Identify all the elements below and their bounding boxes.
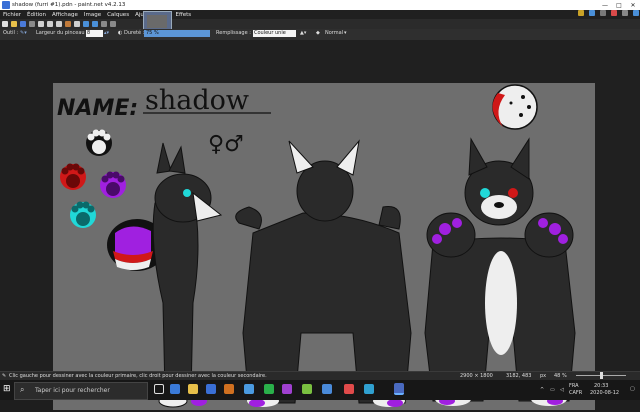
brush-width-label: Largeur du pinceau : xyxy=(36,30,88,36)
app-blue-icon[interactable] xyxy=(322,384,332,394)
cut-icon[interactable] xyxy=(37,21,44,27)
save-icon[interactable] xyxy=(19,21,26,27)
app-teal-icon[interactable] xyxy=(364,384,374,394)
color-palette-paws xyxy=(60,129,126,228)
search-box[interactable]: ⌕ Taper ici pour rechercher xyxy=(14,382,148,400)
crop-icon[interactable] xyxy=(64,21,71,27)
canvas-workspace[interactable]: NAME: shadow ♀♂ xyxy=(0,40,640,410)
character-name-text: shadow xyxy=(145,85,249,116)
start-windows-icon[interactable]: ⊞ xyxy=(3,384,11,394)
antialiasing-toggle-icon[interactable]: ▲▾ xyxy=(300,30,306,36)
menu-effects[interactable]: Effets xyxy=(173,12,195,18)
search-icon: ⌕ xyxy=(20,385,25,394)
mail-app-icon[interactable] xyxy=(206,384,216,394)
paw-white-black xyxy=(86,129,112,156)
tool-hint-icon: ✎ xyxy=(2,373,7,379)
tools-window-icon[interactable] xyxy=(577,10,584,16)
toolbar xyxy=(0,19,640,29)
minimize-button[interactable]: — xyxy=(598,0,612,10)
app-orange-icon[interactable] xyxy=(224,384,234,394)
menu-file[interactable]: Fichier xyxy=(0,12,24,18)
paintnet-taskbar-icon[interactable] xyxy=(394,383,404,395)
blend-mode-icon[interactable]: ◆ xyxy=(316,30,320,36)
gender-symbols: ♀♂ xyxy=(208,132,244,157)
paw-purple xyxy=(100,171,126,198)
image-size: 2900 × 1800 xyxy=(460,373,493,379)
app-red-icon[interactable] xyxy=(344,384,354,394)
windows-taskbar: ⊞ ⌕ Taper ici pour rechercher ^ ▭ ◁ FRA … xyxy=(0,380,640,400)
front-view-figure xyxy=(424,137,576,406)
copy-icon[interactable] xyxy=(46,21,53,27)
colors-window-icon[interactable] xyxy=(610,10,617,16)
hardness-slider[interactable]: 75 % xyxy=(144,30,210,37)
notifications-icon[interactable]: ▢ xyxy=(630,386,635,392)
paw-cyan xyxy=(70,201,96,228)
help-icon[interactable] xyxy=(632,10,639,16)
menu-image[interactable]: Image xyxy=(81,12,104,18)
keyboard-indicator[interactable]: CAFR xyxy=(569,390,582,396)
history-window-icon[interactable] xyxy=(588,10,595,16)
edge-app-icon[interactable] xyxy=(170,384,180,394)
paintnet-app-icon xyxy=(2,1,10,9)
grid-icon[interactable] xyxy=(100,21,107,27)
reference-sheet-artwork: NAME: shadow ♀♂ xyxy=(57,84,576,408)
image-canvas[interactable]: NAME: shadow ♀♂ xyxy=(53,83,595,410)
paste-icon[interactable] xyxy=(55,21,62,27)
deselect-icon[interactable] xyxy=(73,21,80,27)
redo-icon[interactable] xyxy=(91,21,98,27)
brush-width-input[interactable]: 8 xyxy=(86,30,103,37)
cursor-position: 3182, 483 xyxy=(506,373,532,379)
blend-mode-select[interactable]: Normal xyxy=(325,30,343,36)
layers-window-icon[interactable] xyxy=(599,10,606,16)
maximize-button[interactable]: □ xyxy=(612,0,626,10)
app-green-icon[interactable] xyxy=(264,384,274,394)
ruler-icon[interactable] xyxy=(109,21,116,27)
fill-label: Remplissage : xyxy=(216,30,251,36)
hardness-label: Dureté : xyxy=(124,30,145,36)
open-file-icon[interactable] xyxy=(10,21,17,27)
antialias-icon[interactable]: ◐ xyxy=(118,30,122,36)
back-view-figure xyxy=(235,139,412,407)
file-explorer-icon[interactable] xyxy=(188,384,198,394)
zoom-value[interactable]: 48 % xyxy=(554,373,567,379)
settings-icon[interactable] xyxy=(621,10,628,16)
tool-label: Outil : xyxy=(3,30,19,36)
name-label-text: NAME: xyxy=(57,96,138,121)
undo-icon[interactable] xyxy=(82,21,89,27)
paw-red xyxy=(60,163,86,190)
network-icon[interactable]: ▭ xyxy=(550,387,555,393)
app-purple-icon[interactable] xyxy=(282,384,292,394)
menu-view[interactable]: Affichage xyxy=(49,12,81,18)
close-button[interactable]: ✕ xyxy=(626,0,640,10)
fill-mode-select[interactable]: Couleur unie xyxy=(253,30,296,37)
menu-edit[interactable]: Édition xyxy=(24,12,49,18)
unit-select[interactable]: px xyxy=(540,373,546,379)
language-indicator[interactable]: FRA xyxy=(569,383,579,389)
brush-width-spinner-icon[interactable]: ▴▾ xyxy=(104,30,109,36)
window-title: shadow (furri #1).pdn - paint.net v4.2.1… xyxy=(12,2,126,8)
volume-icon[interactable]: ◁ xyxy=(560,387,564,393)
tail-detail xyxy=(492,84,538,130)
print-icon[interactable] xyxy=(28,21,35,27)
clock-time[interactable]: 20:33 xyxy=(594,383,608,389)
search-placeholder: Taper ici pour rechercher xyxy=(35,387,110,394)
zoom-slider-thumb[interactable] xyxy=(600,372,603,379)
status-hint: Clic gauche pour dessiner avec la couleu… xyxy=(9,373,267,379)
clock-date[interactable]: 2020-08-12 xyxy=(590,390,619,396)
menu-layers[interactable]: Calques xyxy=(104,12,132,18)
title-bar: shadow (furri #1).pdn - paint.net v4.2.1… xyxy=(0,0,640,10)
steam-icon[interactable] xyxy=(244,384,254,394)
tray-chevron-icon[interactable]: ^ xyxy=(540,387,544,393)
new-file-icon[interactable] xyxy=(1,21,8,27)
blend-mode-chevron-icon[interactable]: ▾ xyxy=(344,30,347,36)
menu-bar: Fichier Édition Affichage Image Calques … xyxy=(0,10,640,19)
app-lime-icon[interactable] xyxy=(302,384,312,394)
task-view-icon[interactable] xyxy=(154,384,164,394)
paintbrush-tool-icon[interactable]: ✎▾ xyxy=(20,30,27,36)
